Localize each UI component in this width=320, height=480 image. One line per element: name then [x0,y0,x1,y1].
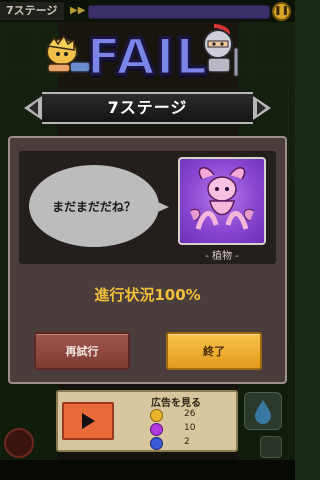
gold-coin-icon [150,409,163,422]
fail-title: FAIL [85,27,209,88]
ad-play-button[interactable] [62,402,114,440]
stage-banner-label: 7ステージ [107,98,188,117]
progress-text: 進行状況100% [94,286,201,304]
reward-amount: 10 [184,423,196,433]
result-dialog: まだまだだね？ - 植物 - 進行状況100% 再試行 終了 [8,136,287,384]
pause-icon: ❚❚ [274,6,290,16]
wave-progress-bar [88,5,270,19]
blue-orb-icon [150,437,163,450]
settings-icon [260,436,282,458]
retry-button[interactable]: 再試行 [34,332,130,370]
purple-gem-icon [150,423,163,436]
watch-ad-panel[interactable]: 広告を見る 26 10 2 [56,390,238,452]
water-drop-icon [244,392,282,430]
reward-amount: 2 [184,437,190,447]
unit-type-label: - 植物 - [205,251,239,262]
watch-ad-title: 広告を見る [151,398,201,409]
unit-portrait [178,157,266,245]
reward-amount: 26 [184,409,196,419]
end-button[interactable]: 終了 [166,332,262,370]
pause-button[interactable]: ❚❚ [272,2,291,21]
top-bar: 7ステージ ▶▶ ❚❚ [0,0,295,22]
reward-gold: 26 [150,408,230,422]
message-panel: まだまだだね？ - 植物 - [19,151,276,264]
reward-orb: 2 [150,436,230,450]
stage-banner: 7ステージ [20,92,275,124]
fast-forward-icon[interactable]: ▶▶ [70,4,85,18]
play-icon [82,413,95,429]
speech-text: まだまだだね？ [52,199,136,214]
plant-girl-icon [189,167,255,230]
stage-indicator: 7ステージ [0,2,64,20]
skill-orb-icon [4,428,34,458]
reward-gem: 10 [150,422,230,436]
speech-bubble: まだまだだね？ [29,165,159,247]
